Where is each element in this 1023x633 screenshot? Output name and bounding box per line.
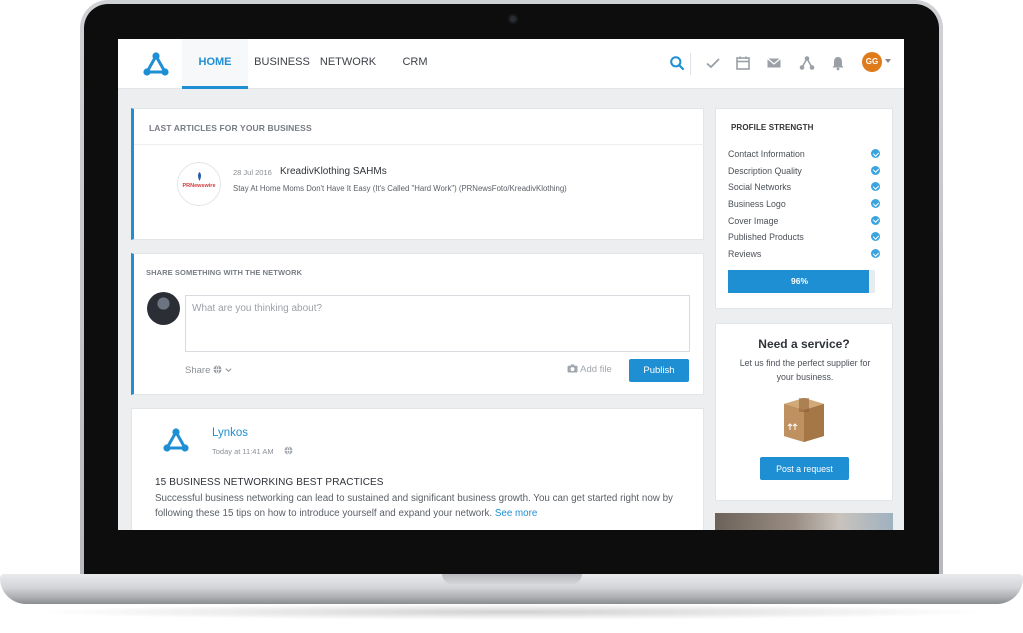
list-item[interactable]: Social Networks — [728, 180, 880, 197]
post-request-button[interactable]: Post a request — [760, 457, 849, 480]
chevron-down-icon[interactable] — [885, 59, 891, 63]
share-title: SHARE SOMETHING WITH THE NETWORK — [146, 268, 303, 277]
laptop-shadow — [30, 604, 993, 620]
publish-button[interactable]: Publish — [629, 359, 689, 382]
tab-network[interactable]: NETWORK — [318, 39, 378, 89]
article-title[interactable]: KreadivKlothing SAHMs — [280, 166, 387, 177]
check-circle-icon — [871, 249, 880, 259]
chevron-down-icon — [225, 368, 232, 373]
list-item[interactable]: Cover Image — [728, 214, 880, 231]
list-item[interactable]: Business Logo — [728, 197, 880, 214]
add-file-button[interactable]: Add file — [567, 364, 612, 375]
avatar — [147, 292, 180, 325]
top-navigation: HOME BUSINESS NETWORK CRM GG — [118, 39, 904, 89]
post-body-text: Successful business networking can lead … — [155, 493, 673, 519]
tab-crm[interactable]: CRM — [388, 39, 442, 89]
share-card: SHARE SOMETHING WITH THE NETWORK Share A… — [131, 253, 704, 395]
post-input[interactable] — [185, 295, 690, 352]
check-circle-icon — [871, 199, 880, 209]
tab-business[interactable]: BUSINESS — [252, 39, 312, 89]
mail-icon[interactable] — [766, 55, 782, 71]
package-box-icon — [784, 398, 824, 442]
service-description: Let us find the perfect supplier for you… — [739, 358, 871, 382]
post-heading: 15 BUSINESS NETWORKING BEST PRACTICES — [155, 477, 384, 488]
webcam — [508, 14, 518, 24]
promo-image[interactable] — [715, 513, 893, 530]
check-circle-icon — [871, 215, 880, 225]
laptop-notch — [442, 574, 582, 584]
globe-icon — [284, 446, 293, 455]
post-body: Successful business networking can lead … — [155, 491, 695, 521]
prnewswire-mark-icon — [198, 172, 201, 181]
check-circle-icon — [871, 232, 880, 242]
share-privacy-dropdown[interactable]: Share — [185, 365, 232, 376]
check-circle-icon — [871, 165, 880, 175]
check-icon[interactable] — [705, 55, 721, 71]
calendar-icon[interactable] — [735, 55, 751, 71]
user-avatar[interactable]: GG — [862, 52, 882, 72]
list-item[interactable]: Description Quality — [728, 164, 880, 181]
post-time: Today at 11:41 AM — [212, 447, 274, 456]
item-label: Business Logo — [728, 199, 786, 210]
article-description: Stay At Home Moms Don't Have It Easy (It… — [233, 184, 567, 193]
lynkos-logo-icon[interactable] — [142, 51, 170, 79]
item-label: Cover Image — [728, 215, 779, 226]
logo-text: PRNewswire — [182, 183, 216, 189]
app-screen: HOME BUSINESS NETWORK CRM GG LAST ARTICL… — [118, 39, 904, 530]
lynkos-avatar-icon[interactable] — [162, 427, 190, 455]
post-card: Lynkos Today at 11:41 AM 15 BUSINESS NET… — [131, 408, 704, 530]
article-date: 28 Jul 2016 — [233, 168, 272, 177]
item-label: Social Networks — [728, 182, 792, 193]
profile-checklist: Contact Information Description Quality … — [728, 147, 880, 264]
post-author[interactable]: Lynkos — [212, 427, 248, 439]
network-icon[interactable] — [799, 55, 815, 71]
list-item[interactable]: Published Products — [728, 230, 880, 247]
item-label: Published Products — [728, 232, 804, 243]
globe-icon — [213, 365, 222, 374]
see-more-link[interactable]: See more — [495, 508, 537, 519]
profile-progress-bar: 96% — [728, 270, 875, 293]
item-label: Contact Information — [728, 149, 805, 159]
camera-icon — [567, 364, 578, 373]
prnewswire-logo[interactable]: PRNewswire — [177, 162, 221, 206]
service-title: Need a service? — [758, 337, 850, 351]
nav-divider — [690, 53, 691, 75]
search-icon[interactable] — [669, 55, 685, 71]
list-item[interactable]: Contact Information — [728, 147, 880, 164]
check-circle-icon — [871, 182, 880, 192]
articles-title: LAST ARTICLES FOR YOUR BUSINESS — [149, 123, 312, 133]
profile-strength-title: PROFILE STRENGTH — [731, 123, 814, 132]
list-item[interactable]: Reviews — [728, 247, 880, 264]
progress-label: 96% — [790, 276, 808, 286]
item-label: Reviews — [728, 249, 762, 260]
profile-strength-card: PROFILE STRENGTH Contact Information Des… — [715, 108, 893, 309]
bell-icon[interactable] — [830, 55, 846, 71]
service-card: Need a service? Let us find the perfect … — [715, 323, 893, 501]
add-file-label: Add file — [580, 364, 612, 375]
tab-home[interactable]: HOME — [182, 39, 248, 89]
item-label: Description Quality — [728, 165, 802, 176]
check-circle-icon — [871, 149, 880, 158]
divider — [134, 144, 704, 145]
share-label: Share — [185, 365, 211, 376]
articles-card: LAST ARTICLES FOR YOUR BUSINESS PRNewswi… — [131, 108, 704, 240]
